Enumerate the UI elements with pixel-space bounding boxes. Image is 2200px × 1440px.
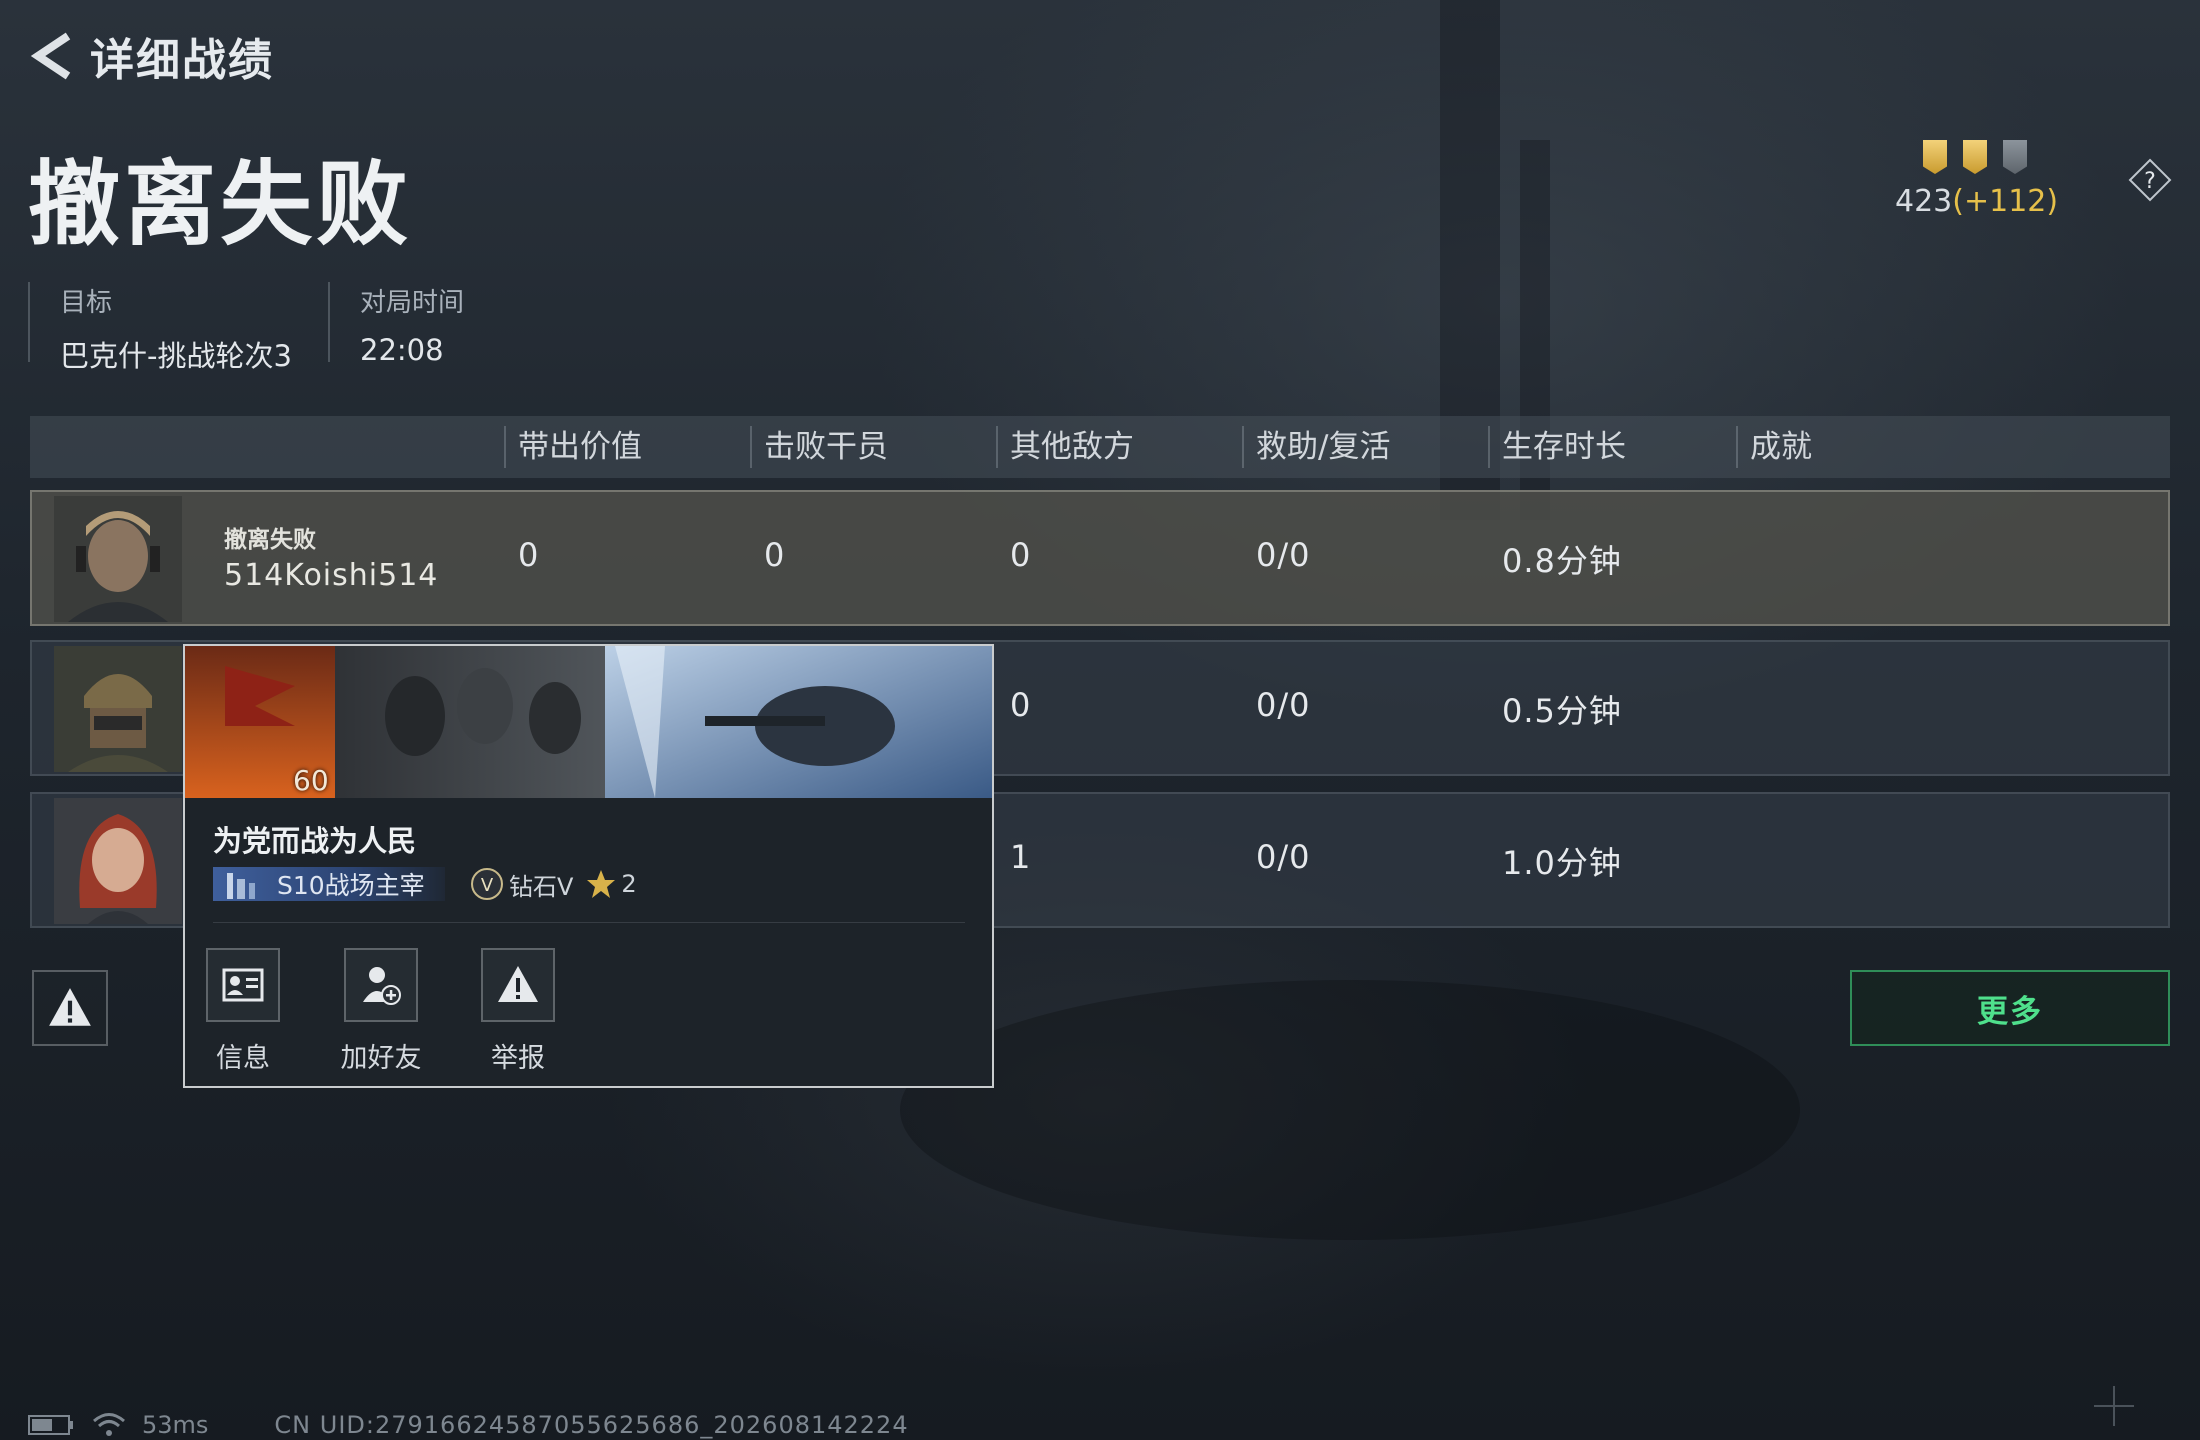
add-friend-button[interactable]: 加好友	[321, 948, 441, 1075]
other-enemies: 1	[1010, 838, 1032, 876]
column-header: 成就	[1736, 426, 1812, 468]
back-arrow-icon[interactable]	[28, 28, 76, 84]
report-label: 举报	[491, 1043, 545, 1074]
avatar[interactable]	[54, 646, 182, 772]
target-value: 巴克什-挑战轮次3	[60, 339, 292, 373]
help-icon[interactable]: ?	[2128, 158, 2172, 202]
page-title: 详细战绩	[90, 35, 274, 86]
target-info: 目标 巴克什-挑战轮次3	[28, 282, 292, 373]
target-label: 目标	[60, 288, 113, 318]
carry-out-value: 0	[518, 536, 540, 574]
add-friend-label: 加好友	[340, 1043, 422, 1074]
column-header: 击败干员	[750, 426, 888, 468]
season-badge-label: S10战场主宰	[277, 871, 425, 900]
season-badge: S10战场主宰	[213, 867, 445, 901]
score-delta: (+112)	[1952, 184, 2059, 219]
match-time-label: 对局时间	[360, 288, 465, 318]
rank-label: 钻石V	[509, 872, 574, 901]
table-header: 带出价值 击败干员 其他敌方 救助/复活 生存时长 成就	[30, 416, 2170, 478]
battery-icon	[28, 1415, 73, 1435]
warning-icon	[498, 966, 538, 1002]
assist-revive: 0/0	[1256, 686, 1311, 724]
column-header: 救助/复活	[1242, 426, 1390, 468]
header: 详细战绩	[28, 26, 274, 86]
score-value: 423	[1895, 184, 1953, 219]
score-text: 423(+112)	[1895, 184, 2059, 219]
crosshair-icon	[2094, 1386, 2134, 1426]
status-bar: 53ms CN UID:27916624587055625686_2026081…	[28, 1410, 909, 1440]
survival-time: 0.5分钟	[1502, 692, 1622, 730]
report-button[interactable]: 举报	[458, 948, 578, 1075]
avatar[interactable]	[54, 798, 182, 924]
svg-text:V: V	[481, 875, 494, 896]
divider	[213, 922, 965, 923]
info-button[interactable]: 信息	[183, 948, 303, 1075]
match-time-info: 对局时间 22:08	[328, 282, 465, 367]
medal-row	[1895, 140, 2055, 174]
assist-revive: 0/0	[1256, 536, 1311, 574]
player-name[interactable]: 514Koishi514	[224, 558, 438, 593]
column-header: 带出价值	[504, 426, 642, 468]
season-badge-art-icon	[227, 873, 255, 899]
match-time-value: 22:08	[360, 333, 444, 367]
result-title: 撤离失败	[28, 151, 413, 258]
star-icon	[587, 870, 616, 898]
popup-player-name: 为党而战为人民	[213, 824, 417, 858]
other-enemies: 0	[1010, 536, 1032, 574]
other-enemies: 0	[1010, 686, 1032, 724]
column-header: 其他敌方	[996, 426, 1134, 468]
rank-score: 423(+112)	[1895, 140, 2059, 219]
player-status: 撤离失败	[224, 527, 316, 553]
add-friend-icon	[363, 967, 401, 1005]
assist-revive: 0/0	[1256, 838, 1311, 876]
player-row[interactable]: 撤离失败 514Koishi514 0 0 0 0/0 0.8分钟	[30, 490, 2170, 626]
user-uid: CN UID:27916624587055625686_202608142224	[274, 1411, 909, 1439]
wifi-icon	[93, 1413, 125, 1436]
column-header: 生存时长	[1488, 426, 1626, 468]
star-count: 2	[621, 870, 637, 898]
badge-row: S10战场主宰 V 钻石V 2	[213, 866, 637, 902]
player-level: 60	[293, 764, 329, 797]
ping-value: 53ms	[142, 1411, 209, 1439]
avatar[interactable]	[54, 496, 182, 622]
background-silhouette	[900, 980, 1800, 1240]
survival-time: 0.8分钟	[1502, 542, 1622, 580]
warning-icon	[49, 988, 91, 1026]
medal-gray-icon	[2003, 140, 2027, 174]
player-profile-popup: 60 为党而战为人民 S10战场主宰 V 钻石V 2 信息 加好友 举报	[183, 644, 994, 1088]
id-card-icon	[222, 968, 264, 1002]
operators-defeated: 0	[764, 536, 786, 574]
svg-text:?: ?	[2144, 169, 2156, 194]
medal-gold-icon	[1923, 140, 1947, 174]
more-button[interactable]: 更多	[1850, 970, 2170, 1046]
report-all-button[interactable]	[32, 970, 108, 1046]
diamond-rank-icon: V	[471, 868, 503, 900]
info-button-label: 信息	[216, 1043, 270, 1074]
medal-gold-icon	[1963, 140, 1987, 174]
survival-time: 1.0分钟	[1502, 844, 1622, 882]
